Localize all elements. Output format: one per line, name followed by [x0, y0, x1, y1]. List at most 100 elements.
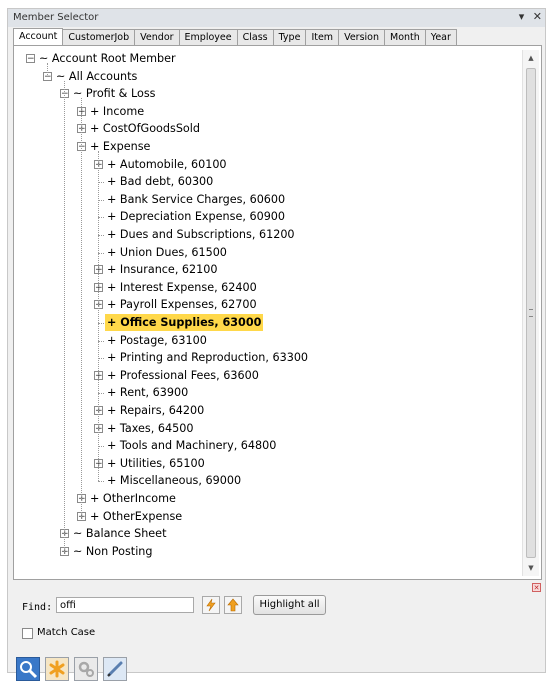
tree-row: + + Automobile, 60100 — [22, 156, 522, 173]
scroll-up-icon[interactable]: ▲ — [523, 50, 539, 66]
tree-node-label[interactable]: + Bank Service Charges, 60600 — [105, 191, 287, 208]
tree-node-label[interactable]: ~ Balance Sheet — [71, 525, 168, 542]
tree-node-label[interactable]: + Tools and Machinery, 64800 — [105, 437, 278, 454]
highlight-all-button[interactable]: Highlight all — [253, 595, 326, 615]
vertical-scrollbar[interactable]: ▲ ▼ — [522, 50, 539, 576]
member-selector-pane: Member Selector ▾ ✕ Account CustomerJob Ve… — [7, 8, 546, 681]
tree-node-label[interactable]: ~ All Accounts — [54, 68, 139, 85]
tree-node-label[interactable]: + Repairs, 64200 — [105, 402, 206, 419]
tree-row: + + Payroll Expenses, 62700 — [22, 296, 522, 313]
tree-row: + Dues and Subscriptions, 61200 — [22, 226, 522, 243]
tree-row: − ~ Account Root Member — [22, 50, 522, 67]
tree-row: + + Utilities, 65100 — [22, 455, 522, 472]
tree-node-label[interactable]: + Postage, 63100 — [105, 332, 209, 349]
tree-guide-line — [47, 63, 48, 77]
tree-node-label[interactable]: + OtherIncome — [88, 490, 178, 507]
tree-node-label[interactable]: + Payroll Expenses, 62700 — [105, 296, 259, 313]
tree-node-label[interactable]: + Taxes, 64500 — [105, 420, 195, 437]
tree-node-selected[interactable]: + Office Supplies, 63000 — [105, 314, 264, 331]
magnifier-icon — [20, 661, 38, 679]
find-bar-close-icon[interactable]: ✕ — [532, 583, 541, 592]
asterisk-tool-button[interactable] — [45, 657, 69, 681]
tree-row: + + OtherIncome — [22, 490, 522, 507]
tree-node-label[interactable]: + Depreciation Expense, 60900 — [105, 208, 287, 225]
search-tool-button[interactable] — [16, 657, 40, 681]
tree-row: + Postage, 63100 — [22, 332, 522, 349]
scroll-grip-icon — [529, 309, 533, 317]
tree-row: + Printing and Reproduction, 63300 — [22, 349, 522, 366]
tree-connector — [98, 481, 104, 483]
tab-type[interactable]: Type — [272, 29, 307, 45]
tab-panel: − ~ Account Root Member − ~ All Accounts − ~ … — [13, 45, 542, 580]
account-tree: − ~ Account Root Member − ~ All Accounts − ~ … — [22, 50, 522, 575]
tree-node-label[interactable]: + CostOfGoodsSold — [88, 120, 202, 137]
find-next-button[interactable] — [224, 596, 242, 614]
tree-row: + + Professional Fees, 63600 — [22, 367, 522, 384]
tree-row: + + Interest Expense, 62400 — [22, 279, 522, 296]
tree-node-label[interactable]: + Income — [88, 103, 146, 120]
tree-node-label[interactable]: ~ Account Root Member — [37, 50, 178, 67]
settings-tool-button[interactable] — [74, 657, 98, 681]
tab-class[interactable]: Class — [236, 29, 274, 45]
collapse-icon[interactable]: − — [26, 54, 35, 64]
tab-vendor[interactable]: Vendor — [134, 29, 180, 45]
tree-node-label[interactable]: + Professional Fees, 63600 — [105, 367, 261, 384]
tree-row: + ~ Non Posting — [22, 543, 522, 560]
tree-row: + + CostOfGoodsSold — [22, 120, 522, 137]
dropdown-icon[interactable]: ▾ — [519, 10, 525, 23]
tree-row: + + Income — [22, 103, 522, 120]
tree-node-label[interactable]: + Miscellaneous, 69000 — [105, 472, 243, 489]
tree-row: + Miscellaneous, 69000 — [22, 472, 522, 489]
match-case-checkbox[interactable] — [22, 628, 33, 639]
tree-row: + Bad debt, 60300 — [22, 173, 522, 190]
asterisk-icon — [49, 660, 65, 678]
dimension-tabs: Account CustomerJob Vendor Employee Class Typ… — [13, 28, 457, 46]
tree-node-label[interactable]: + Union Dues, 61500 — [105, 244, 229, 261]
tree-row: + Union Dues, 61500 — [22, 244, 522, 261]
tree-node-label[interactable]: + Interest Expense, 62400 — [105, 279, 259, 296]
tree-row: + Bank Service Charges, 60600 — [22, 191, 522, 208]
tree-row: + ~ Balance Sheet — [22, 525, 522, 542]
tree-node-label[interactable]: + Dues and Subscriptions, 61200 — [105, 226, 297, 243]
edit-tool-button[interactable] — [103, 657, 127, 681]
find-input[interactable] — [56, 597, 194, 613]
tree-row: + + Taxes, 64500 — [22, 420, 522, 437]
tab-item[interactable]: Item — [305, 29, 340, 45]
tree-node-label[interactable]: + Bad debt, 60300 — [105, 173, 215, 190]
title-controls: ▾ ✕ — [514, 10, 542, 23]
tree-row: − ~ All Accounts — [22, 68, 522, 85]
tree-guide-line — [64, 80, 65, 552]
tree-row: + + Insurance, 62100 — [22, 261, 522, 278]
tree-row: + + Repairs, 64200 — [22, 402, 522, 419]
tree-node-label[interactable]: + Automobile, 60100 — [105, 156, 229, 173]
tab-version[interactable]: Version — [338, 29, 386, 45]
scroll-down-icon[interactable]: ▼ — [523, 560, 539, 576]
tree-node-label[interactable]: ~ Profit & Loss — [71, 85, 158, 102]
find-previous-icon — [206, 598, 216, 612]
tree-guide-line — [81, 98, 82, 517]
close-icon[interactable]: ✕ — [533, 10, 542, 23]
match-case-label: Match Case — [37, 627, 96, 638]
tree-node-label[interactable]: ~ Non Posting — [71, 543, 155, 560]
find-previous-button[interactable] — [202, 596, 220, 614]
tree-guide-line — [98, 151, 99, 482]
tab-employee[interactable]: Employee — [178, 29, 238, 45]
find-next-icon — [227, 598, 239, 612]
tab-year[interactable]: Year — [424, 29, 457, 45]
tree-row: + Depreciation Expense, 60900 — [22, 208, 522, 225]
tab-month[interactable]: Month — [384, 29, 426, 45]
scroll-thumb[interactable] — [526, 68, 536, 558]
tree-row: − ~ Profit & Loss — [22, 85, 522, 102]
tree-row: + + OtherExpense — [22, 508, 522, 525]
find-label: Find: — [22, 602, 53, 613]
tree-node-label[interactable]: + Insurance, 62100 — [105, 261, 220, 278]
tab-customerjob[interactable]: CustomerJob — [62, 29, 136, 45]
tree-node-label[interactable]: + Printing and Reproduction, 63300 — [105, 349, 310, 366]
tree-row: + Office Supplies, 63000 — [22, 314, 522, 331]
tab-account[interactable]: Account — [13, 28, 64, 46]
tree-node-label[interactable]: + Utilities, 65100 — [105, 455, 207, 472]
tree-node-label[interactable]: + Rent, 63900 — [105, 384, 190, 401]
tree-row: + Tools and Machinery, 64800 — [22, 437, 522, 454]
title-bar: Member Selector ▾ ✕ — [8, 9, 545, 27]
tree-node-label[interactable]: + OtherExpense — [88, 508, 184, 525]
